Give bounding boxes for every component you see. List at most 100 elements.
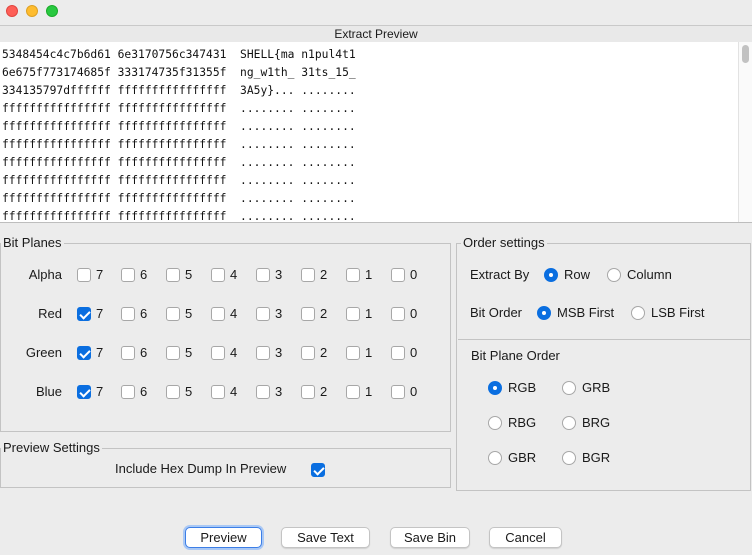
- blue-bit-5-checkbox[interactable]: [166, 385, 180, 399]
- alpha-bit-6-checkbox[interactable]: [121, 268, 135, 282]
- bit-label: 1: [365, 267, 373, 282]
- preview-line: ffffffffffffffff ffffffffffffffff ......…: [2, 192, 356, 205]
- bit-planes-group: [0, 243, 451, 432]
- bit-plane-order-grb-label[interactable]: GRB: [582, 380, 610, 396]
- save-bin-button[interactable]: Save Bin: [390, 527, 470, 548]
- bit-label: 5: [185, 384, 193, 399]
- bit-plane-row-label: Blue: [35, 384, 62, 399]
- red-bit-7-checkbox[interactable]: [77, 307, 91, 321]
- extract-preview-text-area[interactable]: 5348454c4c7b6d61 6e3170756c347431 SHELL{…: [0, 42, 738, 222]
- blue-bit-1-checkbox[interactable]: [346, 385, 360, 399]
- extract-by-row-label[interactable]: Row: [564, 267, 590, 283]
- red-bit-1-checkbox[interactable]: [346, 307, 360, 321]
- blue-bit-4-checkbox[interactable]: [211, 385, 225, 399]
- green-bit-0-checkbox[interactable]: [391, 346, 405, 360]
- bit-planes-title: Bit Planes: [1, 235, 64, 250]
- alpha-bit-3-checkbox[interactable]: [256, 268, 270, 282]
- hex-dump-label: Include Hex Dump In Preview: [115, 461, 287, 476]
- blue-bit-0-checkbox[interactable]: [391, 385, 405, 399]
- preview-line: ffffffffffffffff ffffffffffffffff ......…: [2, 102, 356, 115]
- bit-plane-order-grb-radio[interactable]: [562, 381, 576, 395]
- bit-plane-row-label: Alpha: [28, 267, 62, 282]
- hex-dump-checkbox[interactable]: [311, 463, 325, 477]
- bit-order-lsb-radio[interactable]: [631, 306, 645, 320]
- alpha-bit-0-checkbox[interactable]: [391, 268, 405, 282]
- preview-button[interactable]: Preview: [185, 527, 262, 548]
- bit-plane-order-brg-radio[interactable]: [562, 416, 576, 430]
- alpha-bit-1-checkbox[interactable]: [346, 268, 360, 282]
- green-bit-7-checkbox[interactable]: [77, 346, 91, 360]
- bit-label: 1: [365, 306, 373, 321]
- bit-label: 5: [185, 345, 193, 360]
- minimize-window-button[interactable]: [26, 5, 38, 17]
- blue-bit-2-checkbox[interactable]: [301, 385, 315, 399]
- extract-by-column-radio[interactable]: [607, 268, 621, 282]
- cancel-button[interactable]: Cancel: [489, 527, 562, 548]
- bit-plane-order-bgr-label[interactable]: BGR: [582, 450, 610, 466]
- bit-label: 4: [230, 267, 238, 282]
- bit-label: 3: [275, 267, 283, 282]
- blue-bit-3-checkbox[interactable]: [256, 385, 270, 399]
- red-bit-4-checkbox[interactable]: [211, 307, 225, 321]
- red-bit-0-checkbox[interactable]: [391, 307, 405, 321]
- extract-by-row-radio[interactable]: [544, 268, 558, 282]
- bit-plane-order-rbg-radio[interactable]: [488, 416, 502, 430]
- red-bit-2-checkbox[interactable]: [301, 307, 315, 321]
- alpha-bit-7-checkbox[interactable]: [77, 268, 91, 282]
- bit-label: 6: [140, 345, 148, 360]
- bit-label: 2: [320, 345, 328, 360]
- bit-plane-order-rbg-label[interactable]: RBG: [508, 415, 536, 431]
- bit-order-lsb-label[interactable]: LSB First: [651, 305, 704, 321]
- bit-order-msb-label[interactable]: MSB First: [557, 305, 614, 321]
- bit-label: 2: [320, 306, 328, 321]
- extract-preview-title: Extract Preview: [0, 25, 752, 43]
- green-bit-5-checkbox[interactable]: [166, 346, 180, 360]
- bit-label: 7: [96, 345, 104, 360]
- extract-by-column-label[interactable]: Column: [627, 267, 672, 283]
- bit-plane-order-rgb-radio[interactable]: [488, 381, 502, 395]
- alpha-bit-5-checkbox[interactable]: [166, 268, 180, 282]
- bit-label: 5: [185, 306, 193, 321]
- preview-line: 5348454c4c7b6d61 6e3170756c347431 SHELL{…: [2, 48, 356, 61]
- green-bit-6-checkbox[interactable]: [121, 346, 135, 360]
- bit-plane-order-gbr-radio[interactable]: [488, 451, 502, 465]
- bit-label: 4: [230, 384, 238, 399]
- blue-bit-7-checkbox[interactable]: [77, 385, 91, 399]
- bit-label: 3: [275, 384, 283, 399]
- bit-label: 3: [275, 306, 283, 321]
- preview-line: ffffffffffffffff ffffffffffffffff ......…: [2, 174, 356, 187]
- red-bit-3-checkbox[interactable]: [256, 307, 270, 321]
- preview-line: ffffffffffffffff ffffffffffffffff ......…: [2, 138, 356, 151]
- bit-label: 4: [230, 306, 238, 321]
- maximize-window-button[interactable]: [46, 5, 58, 17]
- bit-label: 6: [140, 306, 148, 321]
- divider: [458, 339, 751, 340]
- bit-label: 7: [96, 306, 104, 321]
- bit-plane-order-brg-label[interactable]: BRG: [582, 415, 610, 431]
- green-bit-1-checkbox[interactable]: [346, 346, 360, 360]
- bit-label: 7: [96, 267, 104, 282]
- bit-label: 1: [365, 345, 373, 360]
- preview-scrollbar[interactable]: [738, 42, 752, 222]
- blue-bit-6-checkbox[interactable]: [121, 385, 135, 399]
- bit-plane-order-gbr-label[interactable]: GBR: [508, 450, 536, 466]
- bit-order-msb-radio[interactable]: [537, 306, 551, 320]
- green-bit-3-checkbox[interactable]: [256, 346, 270, 360]
- preview-line: ffffffffffffffff ffffffffffffffff ......…: [2, 210, 356, 222]
- preview-scrollbar-thumb[interactable]: [742, 45, 749, 63]
- bit-label: 4: [230, 345, 238, 360]
- alpha-bit-4-checkbox[interactable]: [211, 268, 225, 282]
- red-bit-5-checkbox[interactable]: [166, 307, 180, 321]
- bit-label: 6: [140, 267, 148, 282]
- green-bit-4-checkbox[interactable]: [211, 346, 225, 360]
- alpha-bit-2-checkbox[interactable]: [301, 268, 315, 282]
- close-window-button[interactable]: [6, 5, 18, 17]
- bit-plane-order-rgb-label[interactable]: RGB: [508, 380, 536, 396]
- red-bit-6-checkbox[interactable]: [121, 307, 135, 321]
- green-bit-2-checkbox[interactable]: [301, 346, 315, 360]
- bit-label: 7: [96, 384, 104, 399]
- bit-plane-order-bgr-radio[interactable]: [562, 451, 576, 465]
- save-text-button[interactable]: Save Text: [281, 527, 370, 548]
- preview-line: 334135797dffffff ffffffffffffffff 3A5y}.…: [2, 84, 356, 97]
- bit-plane-order-label: Bit Plane Order: [471, 348, 560, 363]
